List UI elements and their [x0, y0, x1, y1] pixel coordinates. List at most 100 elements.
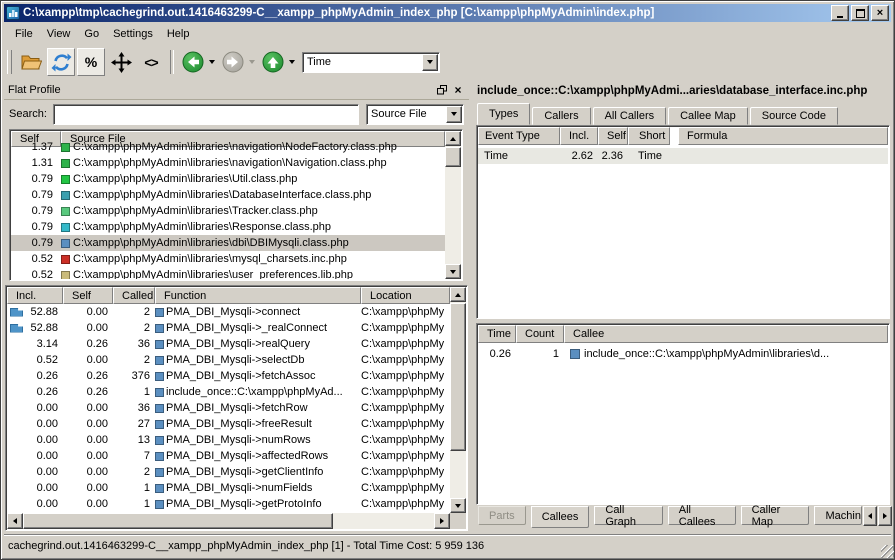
column-header-called[interactable]: Called — [113, 287, 155, 304]
forward-button[interactable] — [219, 48, 247, 76]
table-row[interactable]: 0.79C:\xampp\phpMyAdmin\libraries\Util.c… — [11, 171, 445, 187]
expand-areas-button[interactable] — [107, 48, 135, 76]
tab-source-code[interactable]: Source Code — [750, 107, 838, 125]
up-button[interactable] — [259, 48, 287, 76]
event-type-cell: Time — [478, 150, 560, 162]
tab-all-callees[interactable]: All Callees — [668, 506, 736, 525]
column-header-event-type[interactable]: Event Type — [478, 127, 560, 145]
up-dropdown-caret[interactable] — [289, 60, 295, 64]
table-row[interactable]: 0.52C:\xampp\phpMyAdmin\libraries\mysql_… — [11, 251, 445, 267]
menu-file[interactable]: File — [8, 26, 40, 42]
resize-grip[interactable] — [881, 545, 894, 558]
column-header-incl[interactable]: Incl. — [560, 127, 598, 145]
column-header-self[interactable]: Self — [63, 287, 113, 304]
forward-dropdown-caret[interactable] — [249, 60, 255, 64]
group-by-dropdown-button[interactable] — [446, 106, 462, 123]
self-value: 0.79 — [11, 221, 56, 233]
table-row[interactable]: 0.520.002PMA_DBI_Mysqli->selectDbC:\xamp… — [7, 352, 450, 368]
table-row[interactable]: 0.000.002PMA_DBI_Mysqli->getClientInfoC:… — [7, 464, 450, 480]
function-color-swatch — [155, 404, 164, 413]
scroll-down-button[interactable] — [450, 498, 466, 513]
tab-scroll-right-button[interactable] — [878, 506, 892, 526]
table-row[interactable]: 0.79C:\xampp\phpMyAdmin\libraries\Respon… — [11, 219, 445, 235]
menu-help[interactable]: Help — [160, 26, 197, 42]
menu-view[interactable]: View — [40, 26, 78, 42]
table-row[interactable]: 52.880.002PMA_DBI_Mysqli->_realConnectC:… — [7, 320, 450, 336]
column-header-function[interactable]: Function — [155, 287, 361, 304]
maximize-button[interactable] — [851, 5, 869, 21]
scroll-right-button[interactable] — [434, 513, 450, 529]
tab-scroll-left-button[interactable] — [863, 506, 877, 526]
table-row[interactable]: Time 2.62 2.36 Time — [478, 148, 888, 164]
table-row[interactable]: 0.000.007PMA_DBI_Mysqli->affectedRowsC:\… — [7, 448, 450, 464]
table-row[interactable]: 0.79C:\xampp\phpMyAdmin\libraries\dbi\DB… — [11, 235, 445, 251]
scroll-up-button[interactable] — [450, 287, 466, 302]
tab-parts[interactable]: Parts — [478, 506, 526, 525]
cycle-detection-button[interactable]: <> — [137, 48, 165, 76]
table-row[interactable]: 3.140.2636PMA_DBI_Mysqli->realQueryC:\xa… — [7, 336, 450, 352]
minimize-button[interactable] — [831, 5, 849, 21]
column-header-callee[interactable]: Callee — [564, 325, 888, 343]
menu-settings[interactable]: Settings — [106, 26, 160, 42]
event-type-dropdown-button[interactable] — [422, 54, 438, 71]
table-row[interactable]: 1.31C:\xampp\phpMyAdmin\libraries\naviga… — [11, 155, 445, 171]
table-row[interactable]: 0.000.0027PMA_DBI_Mysqli->freeResultC:\x… — [7, 416, 450, 432]
scrollbar-thumb[interactable] — [445, 147, 461, 167]
search-input[interactable] — [53, 104, 359, 125]
column-header-self[interactable]: Self — [598, 127, 628, 145]
function-cell: PMA_DBI_Mysqli->affectedRows — [155, 450, 361, 462]
table-row[interactable]: 0.26 1 include_once::C:\xampp\phpMyAdmin… — [478, 346, 888, 362]
column-header-formula[interactable]: Formula — [678, 127, 888, 145]
tab-all-callers[interactable]: All Callers — [593, 107, 667, 125]
scroll-left-button[interactable] — [7, 513, 23, 529]
function-list-vertical-scrollbar[interactable] — [450, 287, 466, 513]
incl-cell: 2.62 — [560, 150, 598, 162]
scroll-down-button[interactable] — [445, 264, 461, 279]
cost-color-swatch — [61, 207, 70, 216]
tab-callees[interactable]: Callees — [531, 506, 590, 528]
table-row[interactable]: 0.000.0013PMA_DBI_Mysqli->numRowsC:\xamp… — [7, 432, 450, 448]
tab-types[interactable]: Types — [477, 103, 530, 125]
tab-machine[interactable]: Machine — [814, 506, 862, 525]
scrollbar-thumb[interactable] — [23, 513, 333, 529]
table-row[interactable]: 0.000.001PMA_DBI_Mysqli->numFieldsC:\xam… — [7, 480, 450, 496]
column-header-location[interactable]: Location — [361, 287, 450, 304]
function-list-horizontal-scrollbar[interactable] — [7, 513, 450, 529]
open-file-button[interactable] — [17, 48, 45, 76]
tab-callers[interactable]: Callers — [532, 107, 590, 125]
table-row[interactable]: 1.37C:\xampp\phpMyAdmin\libraries\naviga… — [11, 139, 445, 155]
group-by-selector[interactable]: Source File — [366, 104, 464, 125]
scroll-up-button[interactable] — [445, 131, 461, 146]
back-dropdown-caret[interactable] — [209, 60, 215, 64]
title-bar[interactable]: C:\xampp\tmp\cachegrind.out.1416463299-C… — [4, 4, 891, 22]
close-button[interactable]: × — [871, 5, 889, 21]
tab-caller-map[interactable]: Caller Map — [741, 506, 810, 525]
column-header-incl[interactable]: Incl. — [7, 287, 63, 304]
table-row[interactable]: 0.79C:\xampp\phpMyAdmin\libraries\Databa… — [11, 187, 445, 203]
column-header-count[interactable]: Count — [516, 325, 564, 343]
function-name: PMA_DBI_Mysqli->numFields — [166, 482, 312, 494]
tab-callee-map[interactable]: Callee Map — [668, 107, 748, 125]
close-panel-button[interactable]: × — [451, 83, 465, 97]
toolbar-grip[interactable] — [7, 50, 12, 74]
table-row[interactable]: 0.260.261include_once::C:\xampp\phpMyAd.… — [7, 384, 450, 400]
table-row[interactable]: 52.880.002PMA_DBI_Mysqli->connectC:\xamp… — [7, 304, 450, 320]
column-header-time[interactable]: Time — [478, 325, 516, 343]
float-panel-button[interactable] — [435, 83, 449, 97]
relative-percent-button[interactable]: % — [77, 48, 105, 76]
table-row[interactable]: 0.52C:\xampp\phpMyAdmin\libraries\user_p… — [11, 267, 445, 279]
table-row[interactable]: 0.79C:\xampp\phpMyAdmin\libraries\Tracke… — [11, 203, 445, 219]
menu-go[interactable]: Go — [77, 26, 106, 42]
table-row[interactable]: 0.000.001PMA_DBI_Mysqli->getProtoInfoC:\… — [7, 496, 450, 512]
column-header-short[interactable]: Short — [628, 127, 670, 145]
file-list-vertical-scrollbar[interactable] — [445, 131, 461, 279]
flat-profile-titlebar[interactable]: Flat Profile × — [4, 81, 469, 100]
refresh-button[interactable] — [47, 48, 75, 76]
event-type-selector[interactable]: Time — [302, 52, 440, 73]
tab-call-graph[interactable]: Call Graph — [594, 506, 662, 525]
table-row[interactable]: 0.260.26376PMA_DBI_Mysqli->fetchAssocC:\… — [7, 368, 450, 384]
table-row[interactable]: 0.000.0036PMA_DBI_Mysqli->fetchRowC:\xam… — [7, 400, 450, 416]
back-button[interactable] — [179, 48, 207, 76]
app-icon[interactable] — [6, 6, 20, 20]
scrollbar-thumb[interactable] — [450, 303, 466, 451]
